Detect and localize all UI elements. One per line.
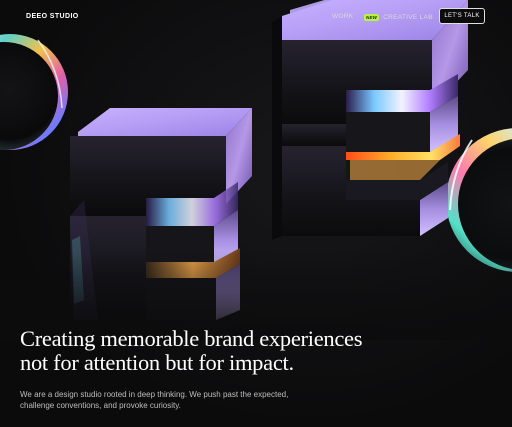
new-badge: NEW	[364, 13, 380, 21]
hero-section: DEEO STUDIO WORK NEW CREATIVE LAB LET'S …	[0, 0, 512, 427]
hero-headline-line-1: Creating memorable brand experiences	[20, 326, 363, 351]
letter-e-large	[272, 0, 468, 240]
left-sphere-shape	[0, 34, 68, 150]
nav-item-creative-lab[interactable]: NEW CREATIVE LAB	[364, 11, 433, 23]
lets-talk-button[interactable]: LET'S TALK	[439, 8, 485, 24]
nav-item-creative-lab-label: CREATIVE LAB	[383, 13, 433, 21]
studio-logo[interactable]: DEEO STUDIO	[26, 13, 79, 20]
hero-headline: Creating memorable brand experiences not…	[20, 326, 363, 375]
site-header: DEEO STUDIO WORK NEW CREATIVE LAB LET'S …	[0, 0, 512, 34]
hero-headline-line-2: not for attention but for impact.	[20, 350, 294, 375]
hero-description-line-1: We are a design studio rooted in deep th…	[20, 390, 289, 399]
nav-item-work[interactable]: WORK	[332, 13, 353, 20]
hero-description: We are a design studio rooted in deep th…	[20, 390, 320, 411]
hero-description-line-2: challenge conventions, and provoke curio…	[20, 400, 181, 410]
